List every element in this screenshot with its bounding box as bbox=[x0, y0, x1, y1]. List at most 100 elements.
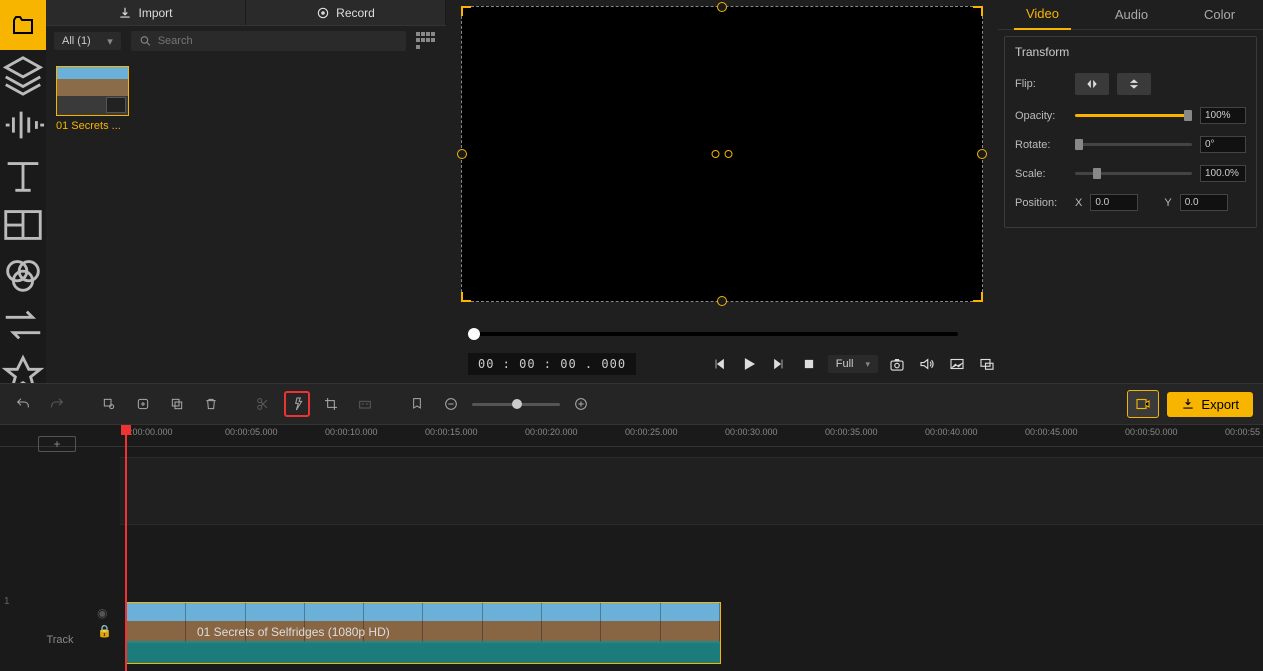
snapshot-button[interactable] bbox=[886, 353, 908, 375]
video-track-lane[interactable]: 01 Secrets of Selfridges (1080p HD) bbox=[120, 602, 1263, 670]
track-lock-icon[interactable]: 🔒 bbox=[97, 624, 112, 638]
ruler-mark: 00:00:45.000 bbox=[1025, 427, 1078, 437]
undo-button[interactable] bbox=[10, 391, 36, 417]
scale-value[interactable]: 100.0% bbox=[1200, 165, 1246, 182]
flip-horizontal-button[interactable] bbox=[1075, 73, 1109, 95]
add-marker-button[interactable] bbox=[130, 391, 156, 417]
ruler-mark: 00:00:20.000 bbox=[525, 427, 578, 437]
zoom-in-button[interactable] bbox=[568, 391, 594, 417]
volume-button[interactable] bbox=[916, 353, 938, 375]
x-label: X bbox=[1075, 197, 1082, 209]
track-number: 1 bbox=[4, 596, 10, 607]
fullscreen-button[interactable] bbox=[976, 353, 998, 375]
preview-panel: 00 : 00 : 00 . 000 Full bbox=[446, 0, 998, 383]
record-icon bbox=[316, 6, 330, 20]
center-anchor[interactable] bbox=[712, 150, 733, 158]
properties-panel: Video Audio Color Transform Flip: Opacit… bbox=[998, 0, 1263, 383]
preview-canvas[interactable] bbox=[461, 6, 983, 302]
preview-scrubber[interactable] bbox=[468, 332, 958, 336]
prev-frame-button[interactable] bbox=[708, 353, 730, 375]
copy-button[interactable] bbox=[164, 391, 190, 417]
redo-button[interactable] bbox=[44, 391, 70, 417]
import-tab[interactable]: Import bbox=[46, 0, 246, 25]
position-y-value[interactable]: 0.0 bbox=[1180, 194, 1228, 211]
track-visibility-icon[interactable]: ◉ bbox=[97, 606, 112, 620]
record-label: Record bbox=[336, 6, 375, 20]
resize-handle-left[interactable] bbox=[457, 149, 467, 159]
rotate-value[interactable]: 0° bbox=[1200, 136, 1246, 153]
resize-handle-right[interactable] bbox=[977, 149, 987, 159]
play-button[interactable] bbox=[738, 353, 760, 375]
split-screen-icon[interactable] bbox=[0, 200, 46, 250]
search-box[interactable] bbox=[131, 31, 406, 51]
speed-button[interactable] bbox=[284, 391, 310, 417]
empty-track-lane[interactable] bbox=[120, 457, 1263, 525]
clip-waveform bbox=[127, 641, 720, 663]
timecode-display: 00 : 00 : 00 . 000 bbox=[468, 353, 636, 375]
ruler-mark: 00:00:50.000 bbox=[1125, 427, 1178, 437]
transitions-icon[interactable] bbox=[0, 300, 46, 350]
zoom-slider[interactable] bbox=[472, 403, 560, 406]
ruler-mark: 00:00:10.000 bbox=[325, 427, 378, 437]
zoom-knob[interactable] bbox=[512, 399, 522, 409]
library-filter-dropdown[interactable]: All (1) bbox=[54, 32, 121, 50]
zoom-out-button[interactable] bbox=[438, 391, 464, 417]
flip-vertical-button[interactable] bbox=[1117, 73, 1151, 95]
ruler-mark: 00:00:30.000 bbox=[725, 427, 778, 437]
ruler-mark: 00:00:55 bbox=[1225, 427, 1260, 437]
position-label: Position: bbox=[1015, 197, 1067, 209]
color-button[interactable] bbox=[352, 391, 378, 417]
resize-handle-tr[interactable] bbox=[973, 6, 983, 16]
aspect-ratio-dropdown[interactable]: Full bbox=[828, 355, 878, 373]
search-input[interactable] bbox=[158, 35, 398, 47]
export-icon bbox=[1181, 397, 1195, 411]
ruler-mark: 00:00:25.000 bbox=[625, 427, 678, 437]
split-button[interactable] bbox=[250, 391, 276, 417]
resize-handle-bl[interactable] bbox=[461, 292, 471, 302]
marker-button[interactable] bbox=[404, 391, 430, 417]
next-frame-button[interactable] bbox=[768, 353, 790, 375]
import-icon bbox=[118, 6, 132, 20]
ruler-mark: 00:00:40.000 bbox=[925, 427, 978, 437]
scale-slider[interactable] bbox=[1075, 172, 1192, 175]
rotate-label: Rotate: bbox=[1015, 139, 1067, 151]
resize-handle-tl[interactable] bbox=[461, 6, 471, 16]
ruler-mark: 0:00:00.000 bbox=[125, 427, 173, 437]
export-label: Export bbox=[1201, 397, 1239, 412]
rotate-slider[interactable] bbox=[1075, 143, 1192, 146]
timeline-ruler[interactable]: + 0:00:00.00000:00:05.00000:00:10.00000:… bbox=[0, 425, 1263, 447]
timeline-toolbar: Export bbox=[0, 383, 1263, 425]
media-clip-item[interactable]: 01 Secrets ... bbox=[56, 66, 131, 132]
stop-button[interactable] bbox=[798, 353, 820, 375]
video-tab[interactable]: Video bbox=[1014, 0, 1071, 30]
render-preview-button[interactable] bbox=[1127, 390, 1159, 418]
playhead[interactable] bbox=[125, 425, 127, 671]
scrubber-knob[interactable] bbox=[468, 328, 480, 340]
filters-icon[interactable] bbox=[0, 250, 46, 300]
edit-tools-button[interactable] bbox=[96, 391, 122, 417]
color-tab[interactable]: Color bbox=[1192, 0, 1247, 29]
transform-section-title: Transform bbox=[1005, 37, 1256, 67]
opacity-value[interactable]: 100% bbox=[1200, 107, 1246, 124]
grid-view-toggle[interactable] bbox=[416, 32, 438, 50]
text-icon[interactable] bbox=[0, 150, 46, 200]
media-tab-icon[interactable] bbox=[0, 0, 46, 50]
export-button[interactable]: Export bbox=[1167, 392, 1253, 417]
safe-zone-button[interactable] bbox=[946, 353, 968, 375]
record-tab[interactable]: Record bbox=[246, 0, 446, 25]
layers-icon[interactable] bbox=[0, 50, 46, 100]
resize-handle-bottom[interactable] bbox=[717, 296, 727, 306]
crop-button[interactable] bbox=[318, 391, 344, 417]
audio-icon[interactable] bbox=[0, 100, 46, 150]
ruler-mark: 00:00:35.000 bbox=[825, 427, 878, 437]
position-x-value[interactable]: 0.0 bbox=[1090, 194, 1138, 211]
delete-button[interactable] bbox=[198, 391, 224, 417]
scale-label: Scale: bbox=[1015, 168, 1067, 180]
ruler-mark: 00:00:15.000 bbox=[425, 427, 478, 437]
timeline-clip-title: 01 Secrets of Selfridges (1080p HD) bbox=[197, 625, 390, 639]
timeline-clip[interactable]: 01 Secrets of Selfridges (1080p HD) bbox=[126, 602, 721, 664]
resize-handle-br[interactable] bbox=[973, 292, 983, 302]
resize-handle-top[interactable] bbox=[717, 2, 727, 12]
opacity-slider[interactable] bbox=[1075, 114, 1192, 117]
audio-tab[interactable]: Audio bbox=[1103, 0, 1160, 29]
